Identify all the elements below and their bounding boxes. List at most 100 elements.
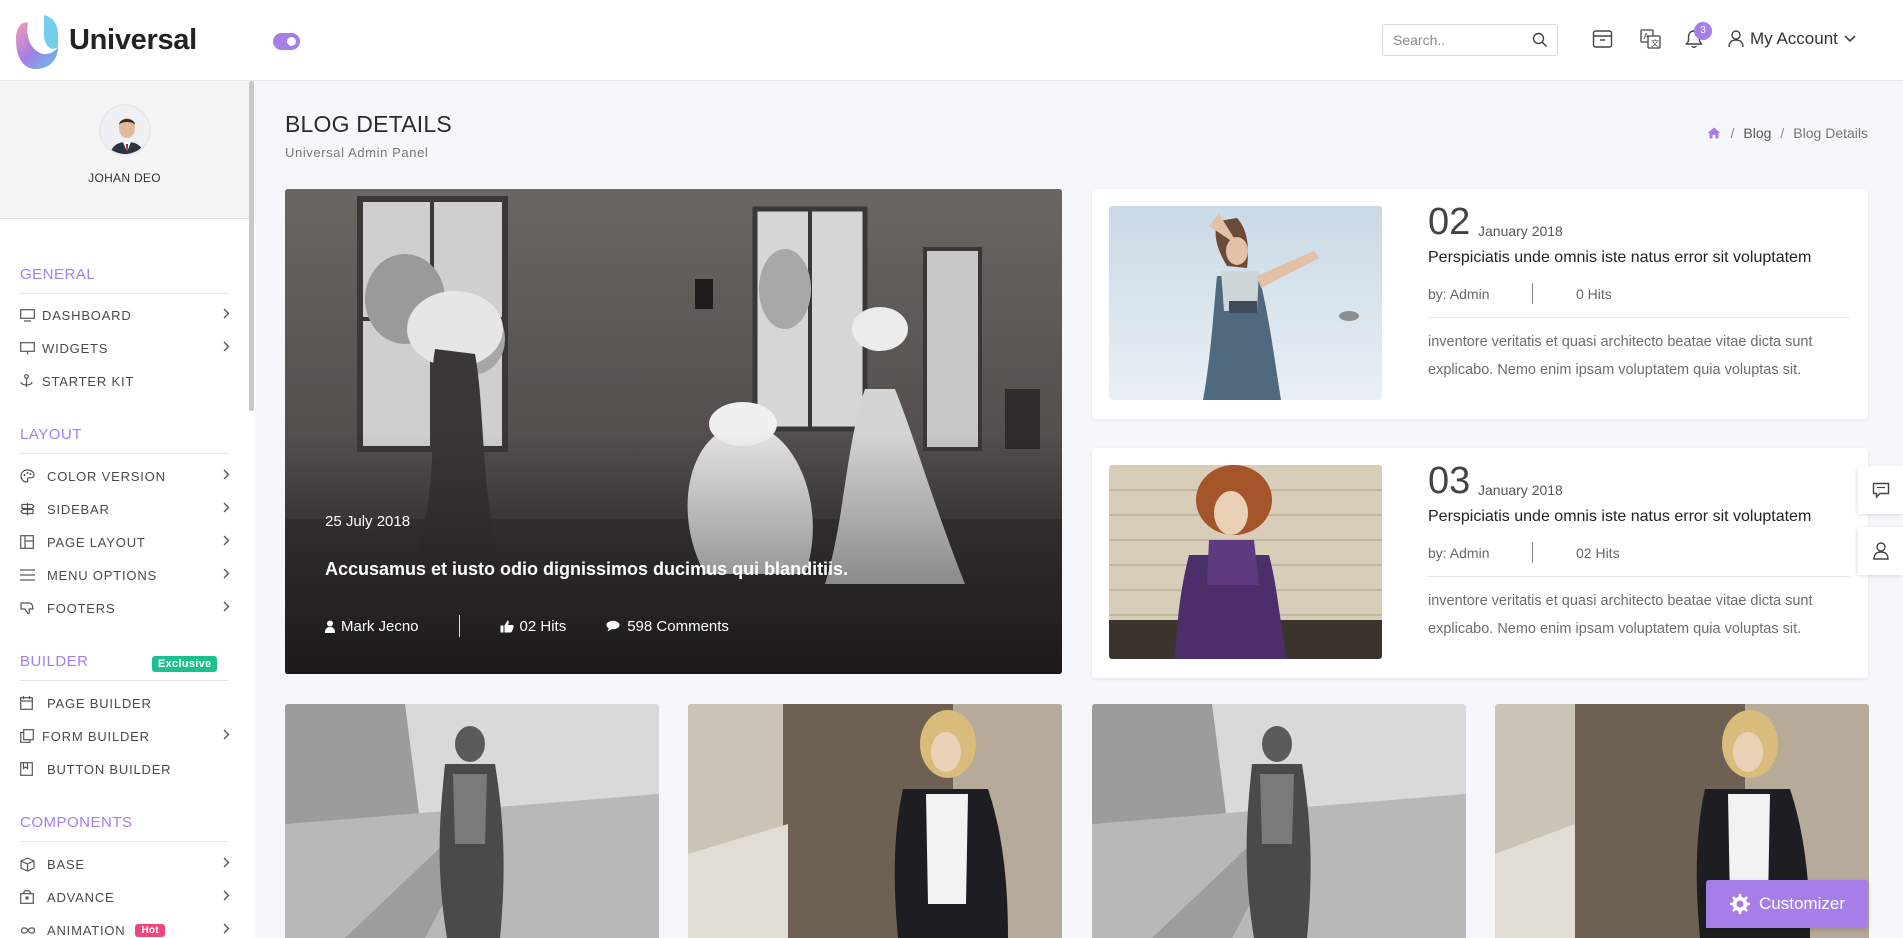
chat-icon (1872, 482, 1889, 499)
sidebar-item-label: DASHBOARD (42, 307, 132, 323)
avatar[interactable] (99, 104, 151, 156)
gallery-image[interactable] (1092, 704, 1466, 938)
featured-post-hits: 02 Hits (500, 618, 566, 635)
blog-post-card[interactable]: 03 January 2018 Perspiciatis unde omnis … (1092, 448, 1868, 678)
bookmark-square-icon (20, 762, 33, 776)
sidebar-item-label: PAGE BUILDER (47, 695, 152, 711)
account-label: My Account (1750, 29, 1838, 48)
sidebar-item-page-layout[interactable]: PAGE LAYOUT (20, 532, 230, 552)
svg-text:文: 文 (1651, 38, 1659, 48)
section-builder: BUILDER (20, 653, 89, 670)
post-hits: 0 Hits (1576, 286, 1612, 302)
chevron-right-icon (223, 923, 230, 934)
chat-panel-button[interactable] (1858, 466, 1903, 514)
sidebar-item-animation[interactable]: ANIMATION Hot (20, 920, 230, 938)
post-divider (1428, 317, 1850, 318)
top-header: Universal A文 3 My Account (0, 0, 1903, 81)
search-box (1382, 24, 1558, 56)
featured-post-meta: Mark Jecno 02 Hits 598 Comments (325, 615, 729, 637)
post-title[interactable]: Perspiciatis unde omnis iste natus error… (1428, 508, 1811, 526)
sidebar-scrollbar[interactable] (249, 81, 254, 411)
sidebar-item-label: ADVANCE (47, 889, 115, 905)
breadcrumb-blog[interactable]: Blog (1743, 125, 1771, 141)
sidebar-item-sidebar[interactable]: SIDEBAR (20, 499, 230, 519)
user-icon (1872, 542, 1889, 560)
featured-post-date: 25 July 2018 (325, 513, 411, 530)
copy-icon (20, 729, 34, 743)
post-hits: 02 Hits (1576, 545, 1620, 561)
search-icon[interactable] (1532, 32, 1548, 48)
gallery-image[interactable] (688, 704, 1062, 938)
users-panel-button[interactable] (1858, 527, 1903, 575)
layout-icon (20, 535, 34, 549)
post-author[interactable]: by: Admin (1428, 545, 1489, 561)
chevron-right-icon (223, 568, 230, 579)
sidebar-item-color-version[interactable]: COLOR VERSION (20, 466, 230, 486)
blog-post-image[interactable] (1109, 465, 1382, 659)
featured-post-comments[interactable]: 598 Comments (606, 618, 729, 635)
post-title[interactable]: Perspiciatis unde omnis iste natus error… (1428, 249, 1811, 267)
chevron-right-icon (223, 469, 230, 480)
blog-post-image[interactable] (1109, 206, 1382, 400)
widget-icon (20, 341, 35, 354)
section-divider (20, 453, 228, 454)
sidebar-item-label: PAGE LAYOUT (47, 534, 146, 550)
post-excerpt: inventore veritatis et quasi architecto … (1428, 593, 1813, 637)
sidebar-item-label: WIDGETS (42, 340, 109, 356)
featured-post-title[interactable]: Accusamus et iusto odio dignissimos duci… (325, 559, 848, 580)
sidebar-item-label: BASE (47, 856, 85, 872)
sidebar-item-form-builder[interactable]: FORM BUILDER (20, 726, 230, 746)
comments-icon (606, 620, 620, 632)
breadcrumb: / Blog / Blog Details (1707, 125, 1868, 141)
thumbs-up-icon (500, 620, 514, 632)
section-divider (20, 293, 228, 294)
post-author[interactable]: by: Admin (1428, 286, 1489, 302)
blog-post-card[interactable]: 02 January 2018 Perspiciatis unde omnis … (1092, 189, 1868, 419)
sidebar-item-button-builder[interactable]: BUTTON BUILDER (20, 759, 230, 779)
search-input[interactable] (1383, 25, 1523, 55)
meta-divider (458, 615, 460, 637)
sidebar-item-advance[interactable]: ADVANCE (20, 887, 230, 907)
chevron-right-icon (223, 601, 230, 612)
sidebar-toggle[interactable] (273, 33, 300, 50)
home-icon[interactable] (1707, 127, 1721, 139)
page-title: BLOG DETAILS (285, 111, 452, 137)
menu-lines-icon (20, 569, 35, 581)
sidebar-profile: JOHAN DEO (0, 81, 249, 219)
customizer-button[interactable]: Customizer (1706, 880, 1868, 928)
post-day: 02 (1428, 201, 1471, 243)
palette-icon (20, 469, 35, 483)
anchor-icon (20, 374, 33, 387)
sidebar-item-starter-kit[interactable]: STARTER KIT (20, 371, 230, 391)
sidebar-item-page-builder[interactable]: PAGE BUILDER (20, 693, 230, 713)
signpost-icon (20, 503, 35, 516)
sidebar-item-menu-options[interactable]: MENU OPTIONS (20, 565, 230, 585)
featured-post-author[interactable]: Mark Jecno (325, 618, 419, 635)
user-icon (325, 620, 335, 633)
sidebar-item-footers[interactable]: FOOTERS (20, 598, 230, 618)
archive-icon[interactable] (1592, 29, 1613, 49)
box-icon (20, 856, 35, 872)
breadcrumb-current: Blog Details (1793, 125, 1868, 141)
my-account-menu[interactable]: My Account (1728, 29, 1856, 49)
sidebar-item-base[interactable]: BASE (20, 854, 230, 874)
sidebar-item-label: ANIMATION (47, 922, 126, 938)
section-layout: LAYOUT (20, 426, 82, 443)
chevron-right-icon (223, 729, 230, 740)
sidebar-item-label: STARTER KIT (42, 373, 135, 389)
section-divider (20, 841, 228, 842)
gallery-image[interactable] (285, 704, 659, 938)
sidebar-item-dashboard[interactable]: DASHBOARD (20, 305, 230, 325)
translate-icon[interactable]: A文 (1640, 29, 1661, 49)
universal-logo-icon[interactable] (14, 13, 64, 69)
sidebar-item-label: SIDEBAR (47, 501, 110, 517)
sidebar-item-label: BUTTON BUILDER (47, 761, 172, 777)
sidebar-item-widgets[interactable]: WIDGETS (20, 338, 230, 358)
notification-badge: 3 (1694, 22, 1712, 40)
profile-name: JOHAN DEO (88, 171, 161, 185)
featured-post-card[interactable]: 25 July 2018 Accusamus et iusto odio dig… (285, 189, 1062, 674)
logo-text[interactable]: Universal (69, 24, 197, 57)
sidebar-item-label: MENU OPTIONS (47, 567, 157, 583)
infinity-icon (20, 926, 36, 934)
gear-icon (1730, 894, 1751, 914)
